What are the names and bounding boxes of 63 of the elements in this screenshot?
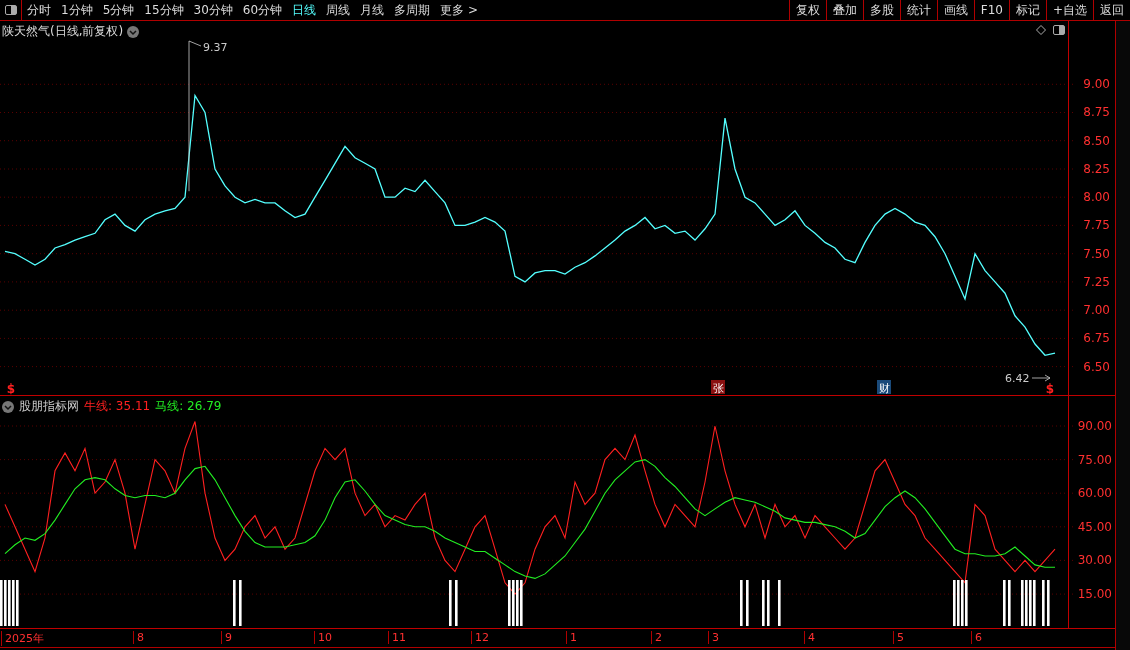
axis-label: 30.00 bbox=[1077, 553, 1112, 568]
event-tag[interactable]: 张 bbox=[711, 380, 725, 395]
high-price-callout: 9.37 bbox=[188, 40, 228, 192]
chart-title: 陕天然气(日线,前复权) bbox=[2, 23, 124, 40]
axis-label: 7.75 bbox=[1083, 218, 1110, 233]
date-label: 4 bbox=[804, 631, 815, 644]
event-tag[interactable]: 财 bbox=[877, 380, 891, 395]
date-label: 1 bbox=[566, 631, 577, 644]
axis-label: 8.00 bbox=[1083, 190, 1110, 205]
date-label: 10 bbox=[314, 631, 332, 644]
panel-icon bbox=[4, 5, 17, 15]
dropdown-icon[interactable] bbox=[127, 25, 140, 38]
date-label: 12 bbox=[471, 631, 489, 644]
legend-entry: 马线: 26.79 bbox=[155, 398, 222, 415]
toolbar-button[interactable]: 标记 bbox=[1008, 0, 1046, 20]
axis-label: 8.75 bbox=[1083, 105, 1110, 120]
period-tab[interactable]: 15分钟 bbox=[139, 0, 189, 20]
axis-label: 45.00 bbox=[1077, 519, 1112, 534]
toolbar-button[interactable]: 统计 bbox=[899, 0, 937, 20]
toolbar-button[interactable]: +自选 bbox=[1045, 0, 1093, 20]
date-label: 9 bbox=[221, 631, 232, 644]
date-label: 2 bbox=[651, 631, 662, 644]
toolbar-button[interactable]: 叠加 bbox=[825, 0, 863, 20]
axis-label: 90.00 bbox=[1077, 419, 1112, 433]
date-label: 6 bbox=[971, 631, 982, 644]
period-tab[interactable]: 分时 bbox=[22, 0, 56, 20]
date-label: 3 bbox=[708, 631, 719, 644]
toolbar-button[interactable]: F10 bbox=[973, 0, 1009, 20]
axis-label: 60.00 bbox=[1077, 486, 1112, 501]
date-label: 2025年 bbox=[1, 631, 44, 646]
toolbar-button[interactable]: 复权 bbox=[788, 0, 826, 20]
period-tab[interactable]: 多周期 bbox=[389, 0, 436, 20]
date-label: 11 bbox=[388, 631, 406, 644]
date-label: 5 bbox=[893, 631, 904, 644]
toolbar-button[interactable]: 返回 bbox=[1093, 0, 1130, 20]
dropdown-icon[interactable] bbox=[2, 400, 14, 413]
toolbar-button[interactable]: 画线 bbox=[936, 0, 974, 20]
date-label: 8 bbox=[133, 631, 144, 644]
panel-icon[interactable] bbox=[1053, 25, 1065, 35]
axis-label: 7.50 bbox=[1083, 246, 1110, 261]
axis-label: 7.25 bbox=[1083, 274, 1110, 289]
period-tab[interactable]: 日线 bbox=[287, 0, 322, 20]
axis-label: 8.50 bbox=[1083, 133, 1110, 148]
axis-label: 75.00 bbox=[1077, 452, 1112, 467]
diamond-icon[interactable] bbox=[1036, 25, 1046, 35]
axis-label: 6.75 bbox=[1083, 331, 1110, 346]
signal-marker: $ bbox=[1045, 382, 1055, 396]
signal-marker: $ bbox=[6, 382, 16, 396]
axis-label: 6.50 bbox=[1083, 359, 1110, 374]
axis-label: 8.25 bbox=[1083, 161, 1110, 176]
indicator-name: 股朋指标网 bbox=[19, 398, 79, 415]
period-tab[interactable]: 更多 > bbox=[435, 0, 483, 20]
axis-label: 7.00 bbox=[1083, 303, 1110, 318]
legend-entry: 牛线: 35.11 bbox=[84, 398, 151, 415]
period-tab[interactable]: 1分钟 bbox=[56, 0, 98, 20]
period-tab[interactable]: 60分钟 bbox=[237, 0, 288, 20]
period-tab[interactable]: 月线 bbox=[355, 0, 390, 20]
toolbar-button[interactable]: 多股 bbox=[862, 0, 900, 20]
period-tab[interactable]: 周线 bbox=[321, 0, 356, 20]
period-tab[interactable]: 5分钟 bbox=[97, 0, 140, 20]
axis-label: 9.00 bbox=[1083, 77, 1110, 92]
period-tab[interactable]: 30分钟 bbox=[188, 0, 238, 20]
axis-label: 15.00 bbox=[1077, 587, 1112, 602]
